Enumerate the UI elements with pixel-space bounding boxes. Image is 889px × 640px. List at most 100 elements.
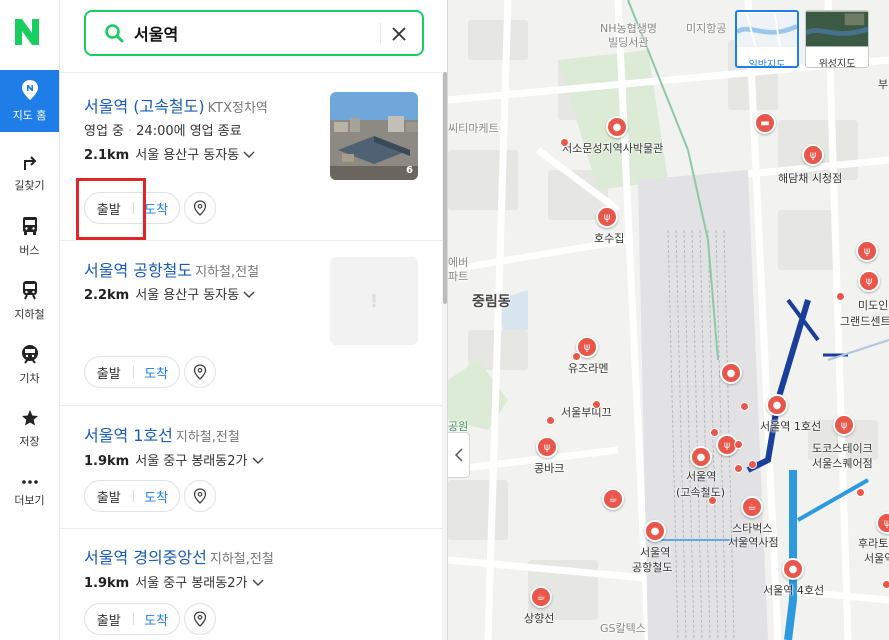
result-distance-row[interactable]: 1.9km 서울 중구 봉래동2가 xyxy=(84,572,264,591)
nav-label-train: 기차 xyxy=(19,372,40,385)
arrive-button[interactable]: 도착 xyxy=(133,363,179,382)
result-distance-row[interactable]: 2.2km 서울 용산구 동자동 xyxy=(84,284,255,303)
result-distance-row[interactable]: 2.1km 서울 용산구 동자동 xyxy=(84,144,255,163)
restaurant-poi-marker[interactable]: ψ xyxy=(856,240,878,262)
map-type-satellite[interactable]: 위성지도 xyxy=(805,10,869,68)
scrollbar-thumb[interactable] xyxy=(443,72,447,304)
map-label: 부 xyxy=(878,78,889,91)
depart-button[interactable]: 출발 xyxy=(85,610,133,629)
result-title[interactable]: 서울역 경의중앙선 xyxy=(84,548,207,567)
station-poi-marker[interactable]: ● xyxy=(690,446,712,468)
nav-label-saved: 저장 xyxy=(19,435,40,448)
map-view[interactable]: 일반지도 위성지도 NH농협생명 빌딩서관 미지항공 씨티마케트 서소문성지역사… xyxy=(448,0,889,640)
result-category: KTX정차역 xyxy=(207,101,268,116)
poi-marker[interactable]: ▬ xyxy=(754,112,776,134)
nav-item-directions[interactable]: 길찾기 xyxy=(0,142,59,204)
map-label: 서울역 xyxy=(864,552,889,565)
poi-dot[interactable] xyxy=(734,440,743,449)
result-distance-row[interactable]: 1.9km 서울 중구 봉래동2가 xyxy=(84,450,264,469)
poi-dot[interactable] xyxy=(592,400,601,409)
map-label: 도코스테이크 xyxy=(812,442,873,455)
poi-dot[interactable] xyxy=(560,138,569,147)
location-pin-icon xyxy=(193,364,207,380)
collapse-panel-button[interactable] xyxy=(448,432,470,478)
result-photo[interactable]: 6 xyxy=(330,92,418,180)
map-label: 콩바크 xyxy=(534,462,565,475)
depart-button[interactable]: 출발 xyxy=(85,363,133,382)
chevron-down-icon[interactable] xyxy=(252,579,264,587)
result-status: 영업 중 · 24:00에 영업 종료 xyxy=(84,124,242,139)
result-title[interactable]: 서울역 공항철도 xyxy=(84,261,192,280)
result-item[interactable]: 서울역 1호선 지하철,전철 1.9km 서울 중구 봉래동2가 출발 도착 xyxy=(60,406,442,529)
poi-marker[interactable]: ● xyxy=(606,116,628,138)
search-input[interactable] xyxy=(134,23,364,43)
result-address: 서울 용산구 동자동 xyxy=(135,288,240,303)
nav-item-subway[interactable]: 지하철 xyxy=(0,270,59,332)
map-marker-button[interactable] xyxy=(184,356,216,388)
result-title[interactable]: 서울역 (고속철도) xyxy=(84,97,205,116)
result-title-wrap[interactable]: 서울역 (고속철도) KTX정차역 xyxy=(84,93,268,117)
map-marker-button[interactable] xyxy=(184,192,216,224)
annotation-highlight-box xyxy=(76,178,146,240)
result-open-status: 영업 중 xyxy=(84,124,125,139)
restaurant-poi-marker[interactable]: ψ xyxy=(536,436,558,458)
nav-item-saved[interactable]: 저장 xyxy=(0,398,59,460)
result-item[interactable]: 서울역 경의중앙선 지하철,전철 1.9km 서울 중구 봉래동2가 출발 도착 xyxy=(60,529,442,640)
cafe-poi-marker[interactable]: ☕ xyxy=(602,488,624,510)
poi-dot[interactable] xyxy=(748,460,757,469)
map-marker-button[interactable] xyxy=(184,603,216,635)
nav-label-subway: 지하철 xyxy=(14,308,45,321)
poi-dot[interactable] xyxy=(734,464,743,473)
poi-dot[interactable] xyxy=(546,416,555,425)
chevron-down-icon[interactable] xyxy=(243,151,255,159)
arrive-button[interactable]: 도착 xyxy=(133,487,179,506)
result-address: 서울 중구 봉래동2가 xyxy=(135,454,248,469)
poi-dot[interactable] xyxy=(882,580,889,589)
cafe-poi-marker[interactable]: ☕ xyxy=(530,586,552,608)
poi-marker[interactable]: ● xyxy=(720,362,742,384)
chevron-down-icon[interactable] xyxy=(252,457,264,465)
map-label: 미지항공 xyxy=(686,22,727,35)
nav-label-bus: 버스 xyxy=(19,244,40,257)
result-title-wrap[interactable]: 서울역 공항철도 지하철,전철 xyxy=(84,257,259,281)
result-title-wrap[interactable]: 서울역 경의중앙선 지하철,전철 xyxy=(84,544,274,568)
restaurant-poi-marker[interactable]: ψ xyxy=(596,206,618,228)
subway-poi-marker[interactable]: ● xyxy=(782,558,804,580)
result-title-wrap[interactable]: 서울역 1호선 지하철,전철 xyxy=(84,422,240,446)
nav-item-map-home[interactable]: 지도 홈 xyxy=(0,70,59,132)
result-address: 서울 용산구 동자동 xyxy=(135,148,240,163)
map-type-label: 위성지도 xyxy=(818,59,856,68)
poi-dot[interactable] xyxy=(710,428,719,437)
depart-button[interactable]: 출발 xyxy=(85,487,133,506)
route-buttons: 출발 도착 xyxy=(84,480,180,512)
poi-dot[interactable] xyxy=(856,488,865,497)
nav-item-train[interactable]: 기차 xyxy=(0,334,59,396)
search-panel: 서울역 (고속철도)KTX정차역 영업 중·24:00에 영업 종료 2.1km… xyxy=(60,0,448,640)
map-marker-button[interactable] xyxy=(184,480,216,512)
cafe-poi-marker[interactable]: ☕ xyxy=(741,496,763,518)
result-item[interactable]: 서울역 공항철도 지하철,전철 2.2km 서울 용산구 동자동 ! 출발 도착 xyxy=(60,241,442,406)
poi-dot[interactable] xyxy=(836,292,845,301)
restaurant-poi-marker[interactable]: ψ xyxy=(802,144,824,166)
subway-poi-marker[interactable]: ● xyxy=(766,394,788,416)
clear-search-icon[interactable] xyxy=(388,23,410,45)
poi-dot[interactable] xyxy=(740,402,749,411)
poi-dot[interactable] xyxy=(572,352,581,361)
chevron-down-icon[interactable] xyxy=(243,291,255,299)
poi-dot[interactable] xyxy=(708,496,717,505)
result-title[interactable]: 서울역 1호선 xyxy=(84,426,173,445)
nav-item-bus[interactable]: 버스 xyxy=(0,206,59,268)
map-type-normal[interactable]: 일반지도 xyxy=(735,10,799,68)
nav-item-more[interactable]: 더보기 xyxy=(0,462,59,524)
map-label: 서울역사점 xyxy=(728,536,779,549)
map-label: 서소문성지역사박물관 xyxy=(562,142,664,155)
result-distance: 2.2km xyxy=(84,288,130,303)
restaurant-poi-marker[interactable]: ψ xyxy=(833,414,855,436)
map-label: 후라토 xyxy=(858,537,889,550)
restaurant-poi-marker[interactable]: ψ xyxy=(858,270,880,292)
station-poi-marker[interactable]: ● xyxy=(644,520,666,542)
arrive-button[interactable]: 도착 xyxy=(133,610,179,629)
naver-logo[interactable] xyxy=(15,19,39,45)
directions-icon xyxy=(23,156,36,170)
result-photo-placeholder[interactable]: ! xyxy=(330,257,418,345)
